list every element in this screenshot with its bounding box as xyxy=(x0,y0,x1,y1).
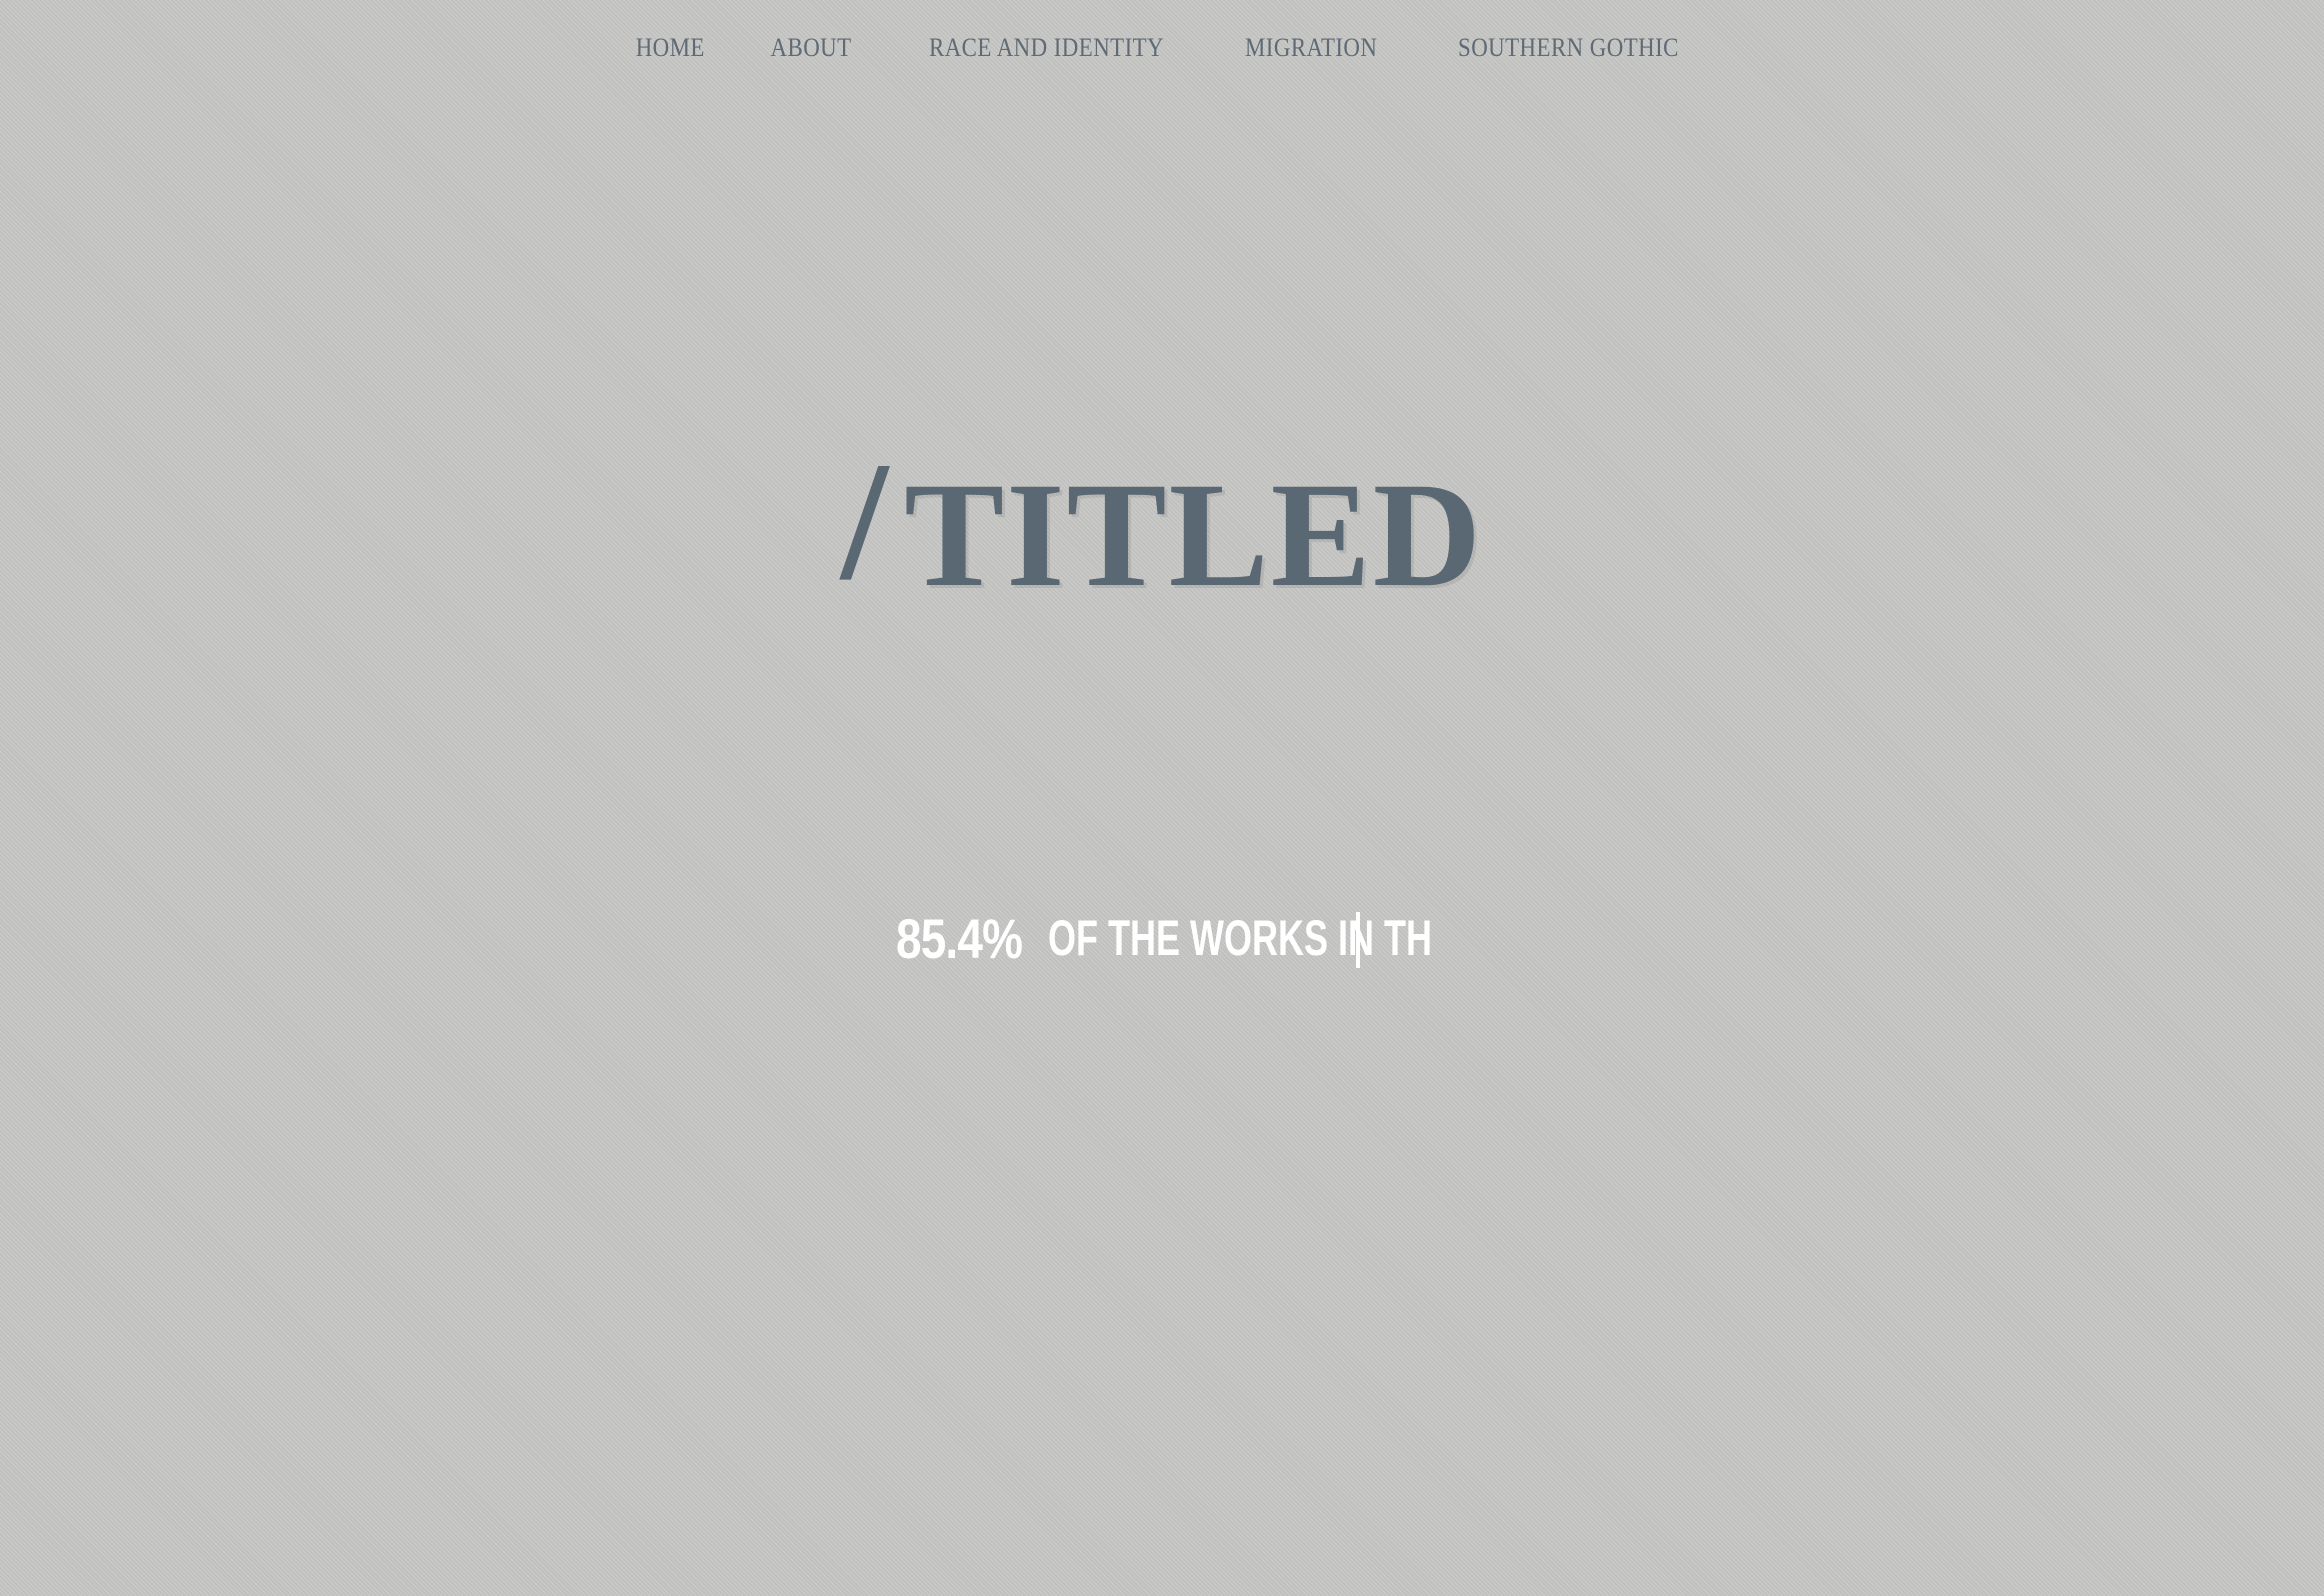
nav-link-home[interactable]: HOME xyxy=(635,33,704,63)
typing-statistic: 85.4% OF THE WORKS IN TH xyxy=(896,906,1581,970)
stat-percentage: 85.4% xyxy=(896,906,1023,970)
title-text: TITLED xyxy=(904,452,1484,618)
nav-link-southern-gothic[interactable]: SOUTHERN GOTHIC xyxy=(1458,33,1679,63)
stat-typed-text: OF THE WORKS IN TH xyxy=(1047,910,1432,966)
nav-link-migration[interactable]: MIGRATION xyxy=(1245,33,1377,63)
title-slash: / xyxy=(840,427,889,615)
typing-cursor xyxy=(1356,912,1360,968)
hero-title: / TITLED xyxy=(0,436,2324,618)
top-navigation: HOME ABOUT RACE AND IDENTITY MIGRATION S… xyxy=(0,28,2324,68)
nav-link-race-and-identity[interactable]: RACE AND IDENTITY xyxy=(929,33,1164,63)
nav-link-about[interactable]: ABOUT xyxy=(771,33,852,63)
